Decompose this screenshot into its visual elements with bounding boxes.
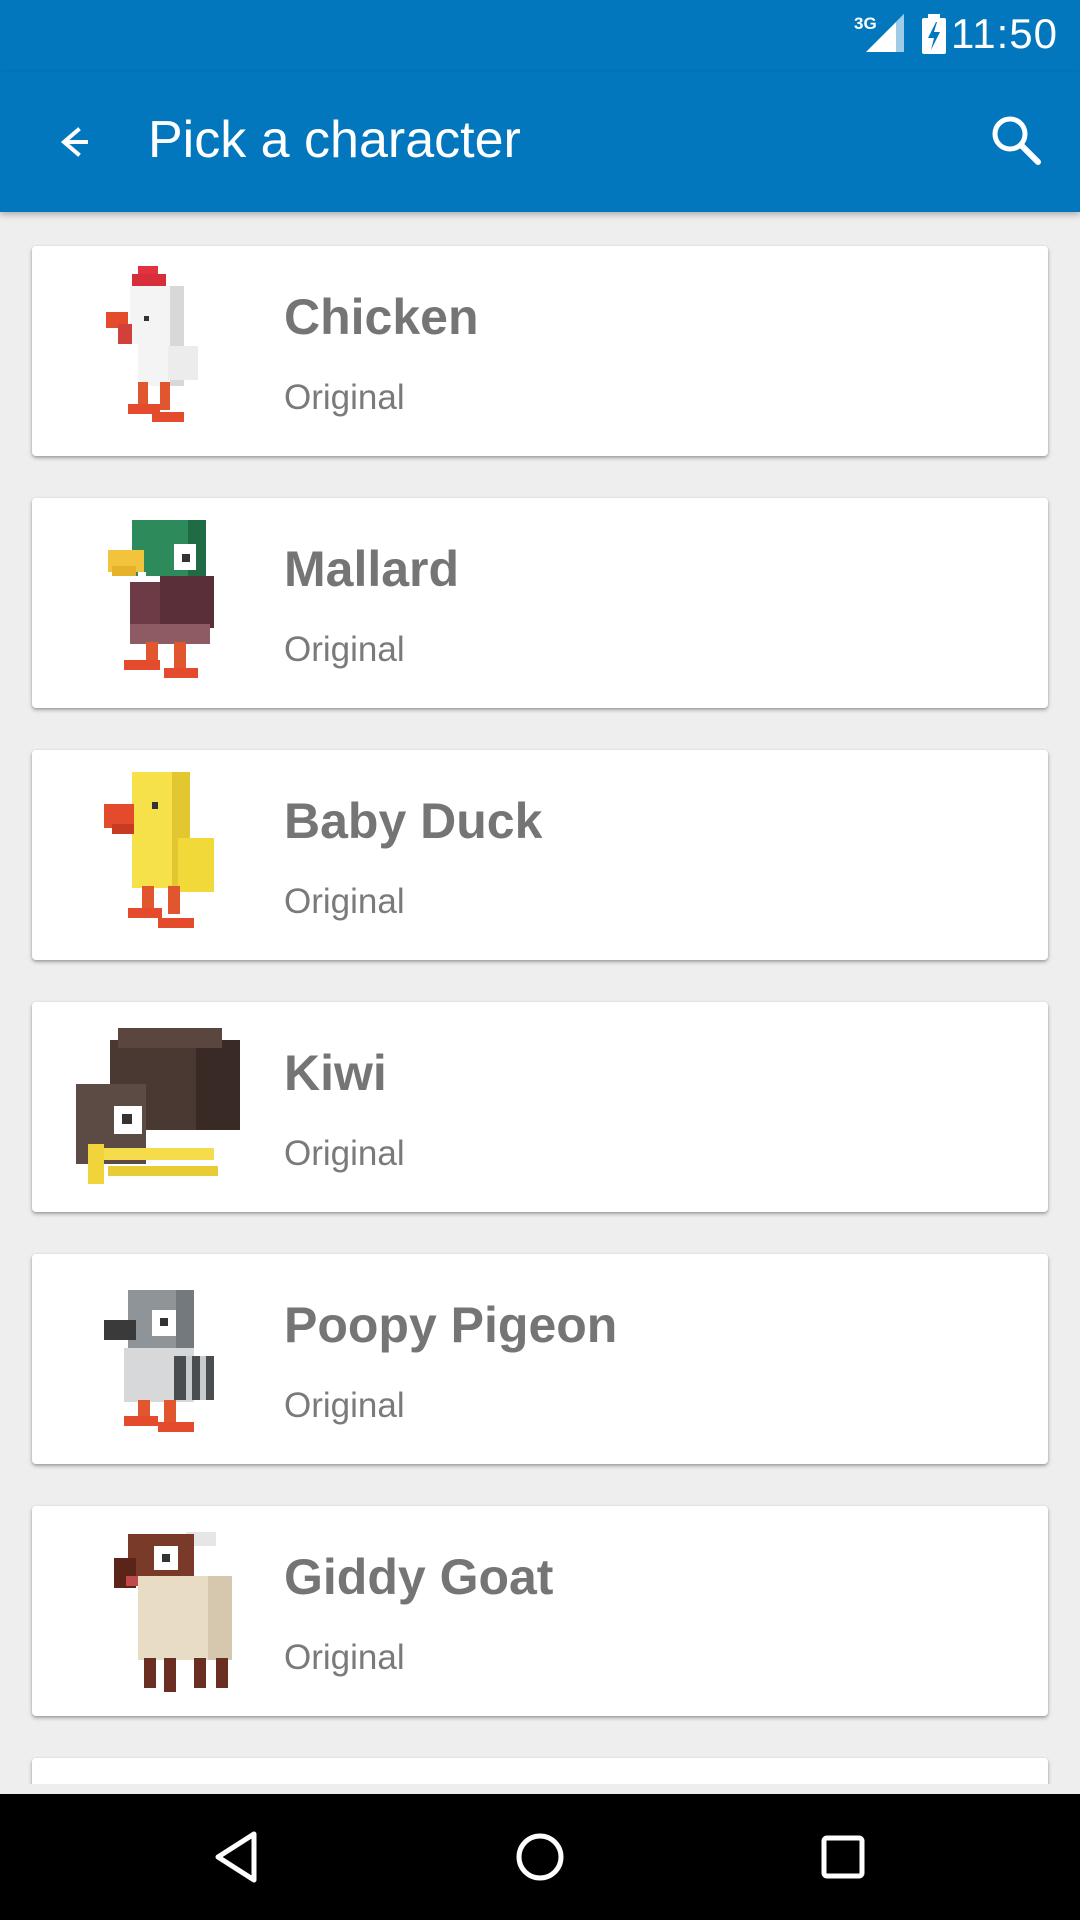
character-name: Poopy Pigeon	[284, 1297, 618, 1353]
character-subtitle: Original	[284, 1386, 405, 1425]
pigeon-icon	[104, 1290, 214, 1432]
chicken-icon	[106, 266, 198, 422]
character-name: Baby Duck	[284, 793, 543, 849]
character-subtitle: Original	[284, 1638, 405, 1677]
character-card[interactable]: Poopy Pigeon Original	[32, 1254, 1048, 1464]
character-name: Mallard	[284, 541, 460, 597]
character-card[interactable]: Chicken Original	[32, 246, 1048, 456]
clock: 11:50	[951, 10, 1058, 57]
status-bar: 3G 11:50	[0, 0, 1080, 72]
character-list: Chicken Original Mallard Original Baby D…	[0, 212, 1080, 1784]
mallard-icon	[108, 520, 214, 678]
character-card[interactable]: Kiwi Original	[32, 1002, 1048, 1212]
app-bar: Pick a character	[0, 72, 1080, 212]
nav-back-icon[interactable]	[204, 1824, 270, 1890]
character-card[interactable]: Giddy Goat Original	[32, 1506, 1048, 1716]
search-icon[interactable]	[986, 110, 1046, 170]
character-card[interactable]: Baby Duck Original	[32, 750, 1048, 960]
goat-icon	[114, 1532, 232, 1692]
page-title: Pick a character	[148, 111, 521, 169]
character-subtitle: Original	[284, 1134, 405, 1173]
character-name: Chicken	[284, 289, 479, 345]
kiwi-icon	[76, 1028, 240, 1184]
arrow-back-icon[interactable]	[44, 114, 100, 170]
baby-duck-icon	[104, 772, 214, 928]
character-card[interactable]: Mallard Original	[32, 498, 1048, 708]
battery-charging-icon	[922, 14, 946, 54]
navigation-bar	[0, 1794, 1080, 1920]
character-card[interactable]	[32, 1758, 1048, 1784]
character-name: Kiwi	[284, 1045, 387, 1101]
character-subtitle: Original	[284, 882, 405, 921]
character-subtitle: Original	[284, 378, 405, 417]
signal-icon	[866, 14, 904, 52]
character-name: Giddy Goat	[284, 1549, 554, 1605]
nav-recents-icon[interactable]	[810, 1824, 876, 1890]
nav-home-icon[interactable]	[507, 1824, 573, 1890]
character-subtitle: Original	[284, 630, 405, 669]
